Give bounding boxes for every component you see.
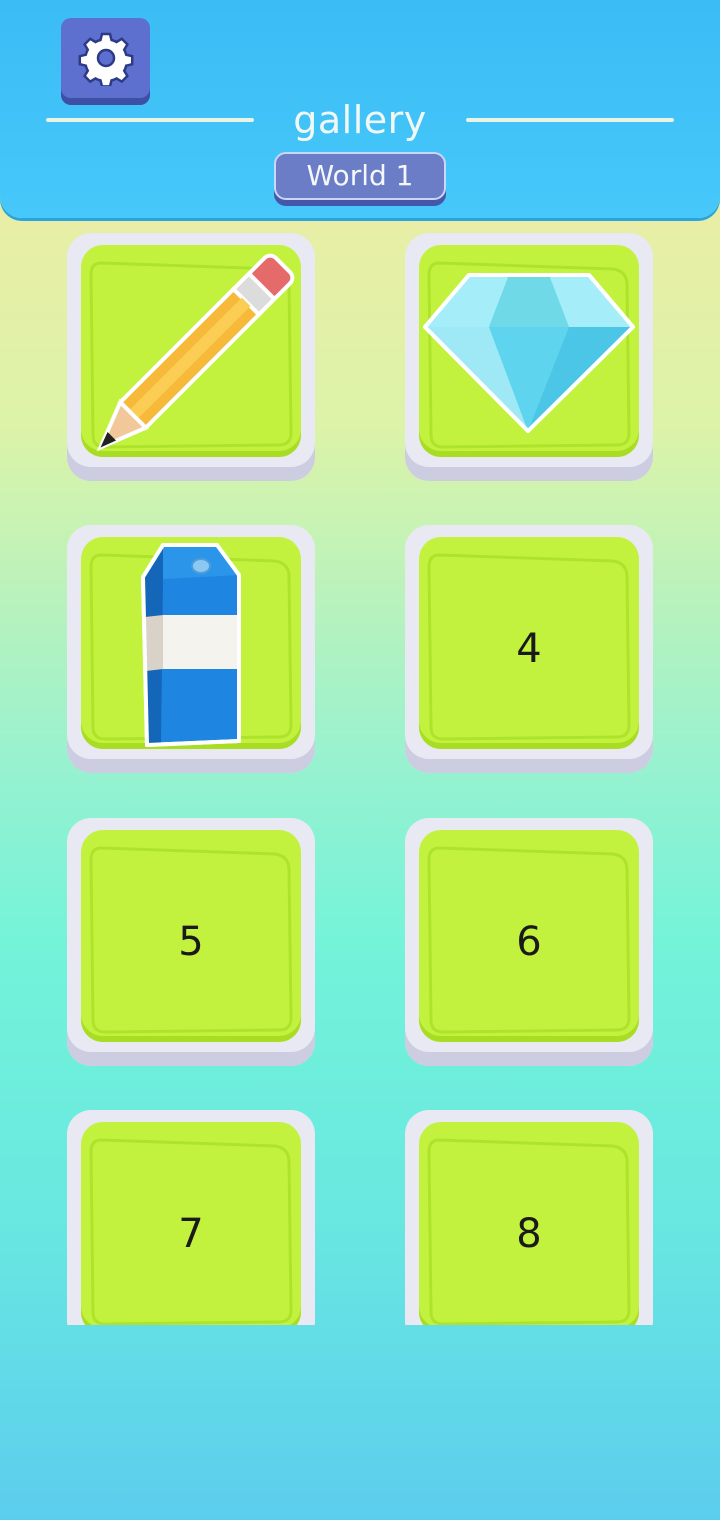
header-bar: gallery World 1: [0, 0, 720, 218]
milk-carton-icon: [141, 543, 241, 747]
level-number: 4: [516, 626, 542, 672]
level-card-2[interactable]: [405, 233, 653, 481]
level-grid: 4 5 6 7 8: [0, 218, 720, 1325]
gear-icon: [78, 32, 133, 86]
level-card-5[interactable]: 5: [67, 818, 315, 1066]
world-selector-button[interactable]: World 1: [274, 152, 446, 200]
settings-button[interactable]: [61, 18, 150, 98]
page-title: gallery: [293, 98, 427, 142]
diamond-icon: [423, 273, 635, 433]
level-card-6[interactable]: 6: [405, 818, 653, 1066]
level-number: 7: [178, 1211, 204, 1257]
level-card-4[interactable]: 4: [405, 525, 653, 773]
level-number: 6: [516, 919, 542, 965]
pencil-icon: [96, 253, 295, 452]
level-card-3[interactable]: [67, 525, 315, 773]
level-card-7[interactable]: 7: [67, 1110, 315, 1325]
level-number: 8: [516, 1211, 542, 1257]
level-number: 5: [178, 919, 204, 965]
level-card-1[interactable]: [67, 233, 315, 481]
level-card-8[interactable]: 8: [405, 1110, 653, 1325]
